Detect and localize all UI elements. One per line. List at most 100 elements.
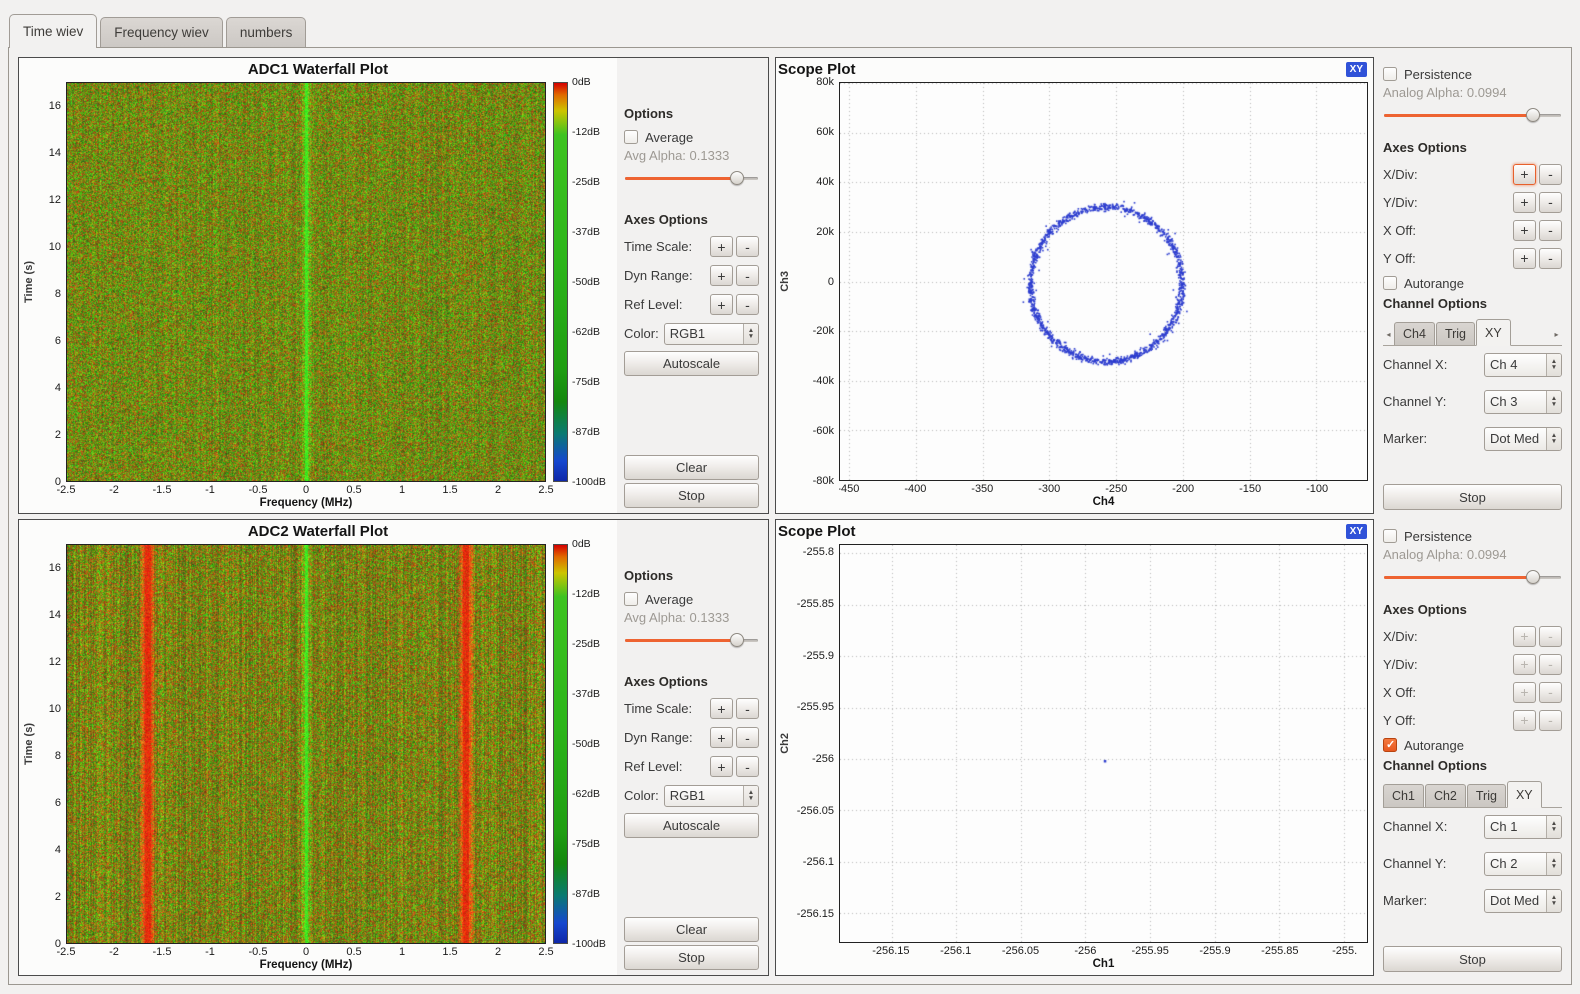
spinner-arrows-icon[interactable]: ▲▼: [1546, 354, 1561, 376]
spinner-arrows-icon[interactable]: ▲▼: [1546, 428, 1561, 450]
autorange-checkbox[interactable]: [1383, 276, 1397, 290]
avg-alpha-slider[interactable]: [625, 169, 758, 186]
time-scale-decrease-button[interactable]: -: [736, 698, 759, 719]
x-tick-label: -1.5: [153, 946, 172, 958]
slider-handle[interactable]: [1526, 108, 1540, 122]
waterfall2-xticks: -2.5-2-1.5-1-0.500.511.522.5: [66, 944, 546, 959]
avg-alpha-slider[interactable]: [625, 631, 758, 648]
yoff-label: Y Off:: [1383, 251, 1510, 266]
dyn-range-decrease-button[interactable]: -: [736, 727, 759, 748]
channel-tab-ch4[interactable]: Ch4: [1394, 322, 1435, 345]
tab-scroll-right-icon[interactable]: ▸: [1551, 323, 1562, 345]
avg-alpha-label: Avg Alpha: 0.1333: [624, 610, 759, 629]
waterfall1-canvas[interactable]: [67, 83, 545, 481]
channel-tab-trig[interactable]: Trig: [1436, 322, 1475, 345]
y-tick-label: -256.1: [803, 856, 834, 868]
average-checkbox[interactable]: [624, 592, 638, 606]
ref-level-increase-button[interactable]: +: [710, 756, 733, 777]
ref-level-decrease-button[interactable]: -: [736, 294, 759, 315]
channel-tab-ch2[interactable]: Ch2: [1425, 784, 1466, 807]
tab-time-view[interactable]: Time wiev: [9, 14, 97, 48]
channel-tab-xy[interactable]: XY: [1476, 319, 1511, 346]
tab-scroll-left-icon[interactable]: ◂: [1383, 323, 1394, 345]
xoff-increase-button[interactable]: +: [1513, 220, 1536, 241]
xdiv-increase-button[interactable]: +: [1513, 626, 1536, 647]
channel-tab-xy[interactable]: XY: [1507, 781, 1542, 808]
ref-level-decrease-button[interactable]: -: [736, 756, 759, 777]
autoscale-button[interactable]: Autoscale: [624, 813, 759, 838]
time-scale-increase-button[interactable]: +: [710, 698, 733, 719]
x-tick-label: -150: [1239, 483, 1261, 495]
colorbar-tick-label: -87dB: [572, 888, 600, 900]
tab-frequency-view[interactable]: Frequency wiev: [100, 17, 223, 47]
yoff-row: Y Off: + -: [1383, 244, 1562, 272]
spinner-arrows-icon[interactable]: ▲▼: [1546, 890, 1561, 912]
xoff-decrease-button[interactable]: -: [1539, 220, 1562, 241]
spinner-arrows-icon[interactable]: ▲▼: [743, 786, 758, 806]
ydiv-decrease-button[interactable]: -: [1539, 192, 1562, 213]
analog-alpha-slider[interactable]: [1384, 568, 1561, 585]
spinner-arrows-icon[interactable]: ▲▼: [743, 324, 758, 344]
spinner-arrows-icon[interactable]: ▲▼: [1546, 391, 1561, 413]
waterfall2-canvas[interactable]: [67, 545, 545, 943]
color-select[interactable]: RGB1 ▲▼: [664, 785, 759, 807]
slider-handle[interactable]: [730, 171, 744, 185]
yoff-decrease-button[interactable]: -: [1539, 710, 1562, 731]
dyn-range-decrease-button[interactable]: -: [736, 265, 759, 286]
channel-tab-ch1[interactable]: Ch1: [1383, 784, 1424, 807]
colorbar-tick-label: -12dB: [572, 126, 600, 138]
scope1-xy-badge: XY: [1346, 62, 1367, 77]
yoff-increase-button[interactable]: +: [1513, 710, 1536, 731]
color-label: Color:: [624, 326, 659, 341]
yoff-label: Y Off:: [1383, 713, 1510, 728]
dyn-range-increase-button[interactable]: +: [710, 265, 733, 286]
x-tick-label: -450: [839, 483, 859, 495]
channel-y-select[interactable]: Ch 2 ▲▼: [1484, 852, 1562, 876]
time-scale-decrease-button[interactable]: -: [736, 236, 759, 257]
time-scale-increase-button[interactable]: +: [710, 236, 733, 257]
dyn-range-increase-button[interactable]: +: [710, 727, 733, 748]
marker-select[interactable]: Dot Med ▲▼: [1484, 889, 1562, 913]
waterfall2-stop-button[interactable]: Stop: [624, 945, 759, 970]
ydiv-decrease-button[interactable]: -: [1539, 654, 1562, 675]
scope1-canvas[interactable]: [840, 83, 1367, 480]
autoscale-button[interactable]: Autoscale: [624, 351, 759, 376]
slider-handle[interactable]: [1526, 570, 1540, 584]
ref-level-increase-button[interactable]: +: [710, 294, 733, 315]
waterfall2-clear-button[interactable]: Clear: [624, 917, 759, 942]
scope1-xlabel: Ch4: [839, 496, 1368, 512]
scope2-stop-button[interactable]: Stop: [1383, 946, 1562, 972]
tab-numbers[interactable]: numbers: [226, 17, 307, 47]
spinner-arrows-icon[interactable]: ▲▼: [1546, 853, 1561, 875]
waterfall1-stop-button[interactable]: Stop: [624, 483, 759, 508]
analog-alpha-slider[interactable]: [1384, 106, 1561, 123]
persistence-checkbox[interactable]: [1383, 67, 1397, 81]
persistence-checkbox[interactable]: [1383, 529, 1397, 543]
scope2-canvas[interactable]: [840, 545, 1367, 942]
colorbar-tick-label: -75dB: [572, 376, 600, 388]
yoff-increase-button[interactable]: +: [1513, 248, 1536, 269]
xdiv-decrease-button[interactable]: -: [1539, 164, 1562, 185]
ydiv-increase-button[interactable]: +: [1513, 654, 1536, 675]
waterfall1-clear-button[interactable]: Clear: [624, 455, 759, 480]
scope1-stop-button[interactable]: Stop: [1383, 484, 1562, 510]
channel-x-select[interactable]: Ch 1 ▲▼: [1484, 815, 1562, 839]
average-checkbox[interactable]: [624, 130, 638, 144]
scope2-canvas-area: [839, 544, 1368, 943]
channel-tab-trig[interactable]: Trig: [1467, 784, 1506, 807]
marker-select[interactable]: Dot Med ▲▼: [1484, 427, 1562, 451]
channel-y-select[interactable]: Ch 3 ▲▼: [1484, 390, 1562, 414]
yoff-decrease-button[interactable]: -: [1539, 248, 1562, 269]
y-tick-label: 4: [55, 382, 61, 394]
ydiv-increase-button[interactable]: +: [1513, 192, 1536, 213]
spinner-arrows-icon[interactable]: ▲▼: [1546, 816, 1561, 838]
xoff-increase-button[interactable]: +: [1513, 682, 1536, 703]
autorange-checkbox[interactable]: [1383, 738, 1397, 752]
xdiv-decrease-button[interactable]: -: [1539, 626, 1562, 647]
channel-x-label: Channel X:: [1383, 357, 1481, 372]
channel-x-select[interactable]: Ch 4 ▲▼: [1484, 353, 1562, 377]
xoff-decrease-button[interactable]: -: [1539, 682, 1562, 703]
xdiv-increase-button[interactable]: +: [1513, 164, 1536, 185]
slider-handle[interactable]: [730, 633, 744, 647]
color-select[interactable]: RGB1 ▲▼: [664, 323, 759, 345]
